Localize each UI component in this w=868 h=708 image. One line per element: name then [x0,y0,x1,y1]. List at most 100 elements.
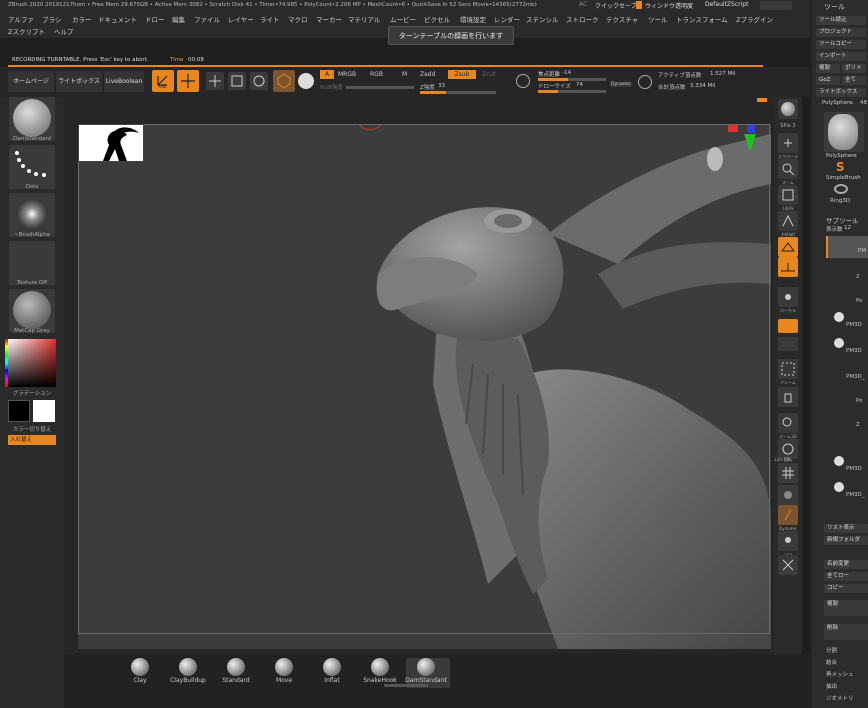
floor-button[interactable] [778,257,798,277]
menu-help[interactable]: ヘルプ [54,26,74,36]
hue-strip[interactable] [5,339,8,387]
main-color-swatch[interactable] [8,400,30,422]
brush-thumbnail[interactable] [9,97,55,141]
geometry-label[interactable]: ジオメトリ [826,694,854,702]
menu-edit[interactable]: 編集 [172,14,185,24]
ghost-button[interactable] [778,505,798,525]
list-all-button[interactable]: リスト表示 [824,524,868,533]
goz-button[interactable]: GoZ [816,76,840,85]
simplebrush-icon[interactable]: S [836,160,848,174]
new-folder-button[interactable]: 新規フォルダ [824,536,868,545]
menu-zscript[interactable]: Zスクリプト [8,26,45,36]
home-page-button[interactable]: ホームページ [8,71,54,92]
navigation-thumbnail[interactable] [78,124,144,162]
menu-file[interactable]: ファイル [194,14,220,24]
rgb-intensity-slider[interactable] [346,86,414,89]
default-zscript-button[interactable]: DefaultZScript [705,1,748,8]
symmetry-button[interactable] [778,319,798,333]
inflat-brush[interactable]: Inflat [312,658,352,688]
edit-button[interactable]: Edit [152,70,174,92]
rename-button[interactable]: 名前変更 [824,560,868,569]
load-tool-button[interactable]: ツール読込 [816,16,866,25]
transparency-toggle[interactable] [636,1,642,9]
import-button[interactable]: インポート [816,52,866,61]
solo-button[interactable] [778,531,798,551]
move-view-button[interactable] [778,387,798,407]
menu-tool[interactable]: ツール [648,14,668,24]
frame-button[interactable] [778,359,798,379]
clone-button[interactable]: 複製 [816,64,840,73]
move-button[interactable] [206,72,224,90]
zcut-toggle[interactable]: Zcut [482,71,496,78]
ring3d-icon[interactable] [834,184,848,194]
shelf-scrollbar[interactable] [384,684,428,687]
menu-color[interactable]: カラー [72,14,92,24]
scroll-button[interactable] [778,133,798,153]
z-intensity-slider[interactable] [420,91,496,94]
standard-brush[interactable]: Standard [216,658,256,688]
polymesh-button[interactable]: ポリメ [842,64,866,73]
menu-layer[interactable]: レイヤー [228,14,254,24]
zsub-toggle[interactable]: Zsub [448,70,476,79]
menu-material[interactable]: マテリアル [348,14,380,24]
stroke-thumbnail[interactable] [9,145,55,189]
menu-pixol[interactable]: ピクセル [424,14,450,24]
menu-light[interactable]: ライト [260,14,280,24]
menu-movie[interactable]: ムービー [390,14,416,24]
load-project-button[interactable]: プロジェクト [816,28,866,37]
bpr-button[interactable] [778,99,798,119]
material-sphere-icon[interactable] [298,73,314,89]
remesh-label[interactable]: 再メッシュ [826,670,854,678]
rotate-view-button[interactable] [778,439,798,459]
rotate-button[interactable] [250,72,268,90]
all-low-button[interactable]: 全てロー [824,572,868,581]
menu-brush[interactable]: ブラシ [42,14,61,24]
subtool-item[interactable]: Po [826,386,868,408]
tool-item-ring3d[interactable]: Ring3D [830,198,850,204]
all-button[interactable]: 全て [842,76,866,85]
tray-lightbox-button[interactable]: ライトボックス [816,88,866,97]
xpose-button[interactable] [778,555,798,575]
subtool-item[interactable]: PM3D_ [826,478,868,502]
menu-transform[interactable]: トランスフォーム [676,14,728,24]
liveboolean-button[interactable]: LiveBoolean [104,71,144,92]
color-picker[interactable] [8,339,56,387]
zadd-toggle[interactable]: Zadd [420,71,435,78]
copy-tool-button[interactable]: ツールコピー [816,40,866,49]
a-toggle[interactable]: A [320,70,334,79]
menu-stroke[interactable]: ストローク [566,14,599,24]
zoom3d-button[interactable] [778,413,798,433]
focal-shift-slider[interactable] [538,78,606,81]
menu-zplugin[interactable]: Zプラグイン [736,14,773,24]
material-thumbnail[interactable] [9,289,55,333]
aahalf-button[interactable] [778,211,798,231]
subtool-item[interactable]: PM3D_ [826,360,868,384]
subtool-item[interactable]: PM3D [826,308,868,332]
actual-button[interactable] [778,185,798,205]
local-button[interactable] [778,287,798,307]
duplicate-button[interactable]: 複製 [824,600,868,616]
mrgb-toggle[interactable]: MRGB [338,71,356,78]
alpha-thumbnail[interactable] [9,193,55,237]
copy-button[interactable]: コピー [824,584,868,593]
menu-render[interactable]: レンダー [494,14,520,24]
menu-document[interactable]: ドキュメント [98,14,137,24]
subtool-item[interactable]: PM3D [826,334,868,358]
quicksave-button[interactable]: クイックセーブ [595,1,637,10]
tool-item-polysphere[interactable]: PolySphere [826,153,857,159]
menu-alpha[interactable]: アルファ [8,14,34,24]
menu-stencil[interactable]: ステンシル [526,14,559,24]
extract-label[interactable]: 抽出 [826,682,837,690]
layout-selector[interactable] [760,1,792,10]
claybuildup-brush[interactable]: ClayBuildup [168,658,208,688]
swap-color-button[interactable]: 入れ替え [8,435,56,445]
subtool-item[interactable]: Z [826,410,868,432]
transp-button[interactable] [778,485,798,505]
merge-label[interactable]: 結合 [826,658,837,666]
subtool-item[interactable]: Po [826,284,868,306]
scale-button[interactable] [228,72,246,90]
subtool-item[interactable]: PM3D [826,452,868,476]
menu-macro[interactable]: マクロ [288,14,308,24]
polyframe-button[interactable] [273,70,295,92]
clay-brush[interactable]: Clay [120,658,160,688]
